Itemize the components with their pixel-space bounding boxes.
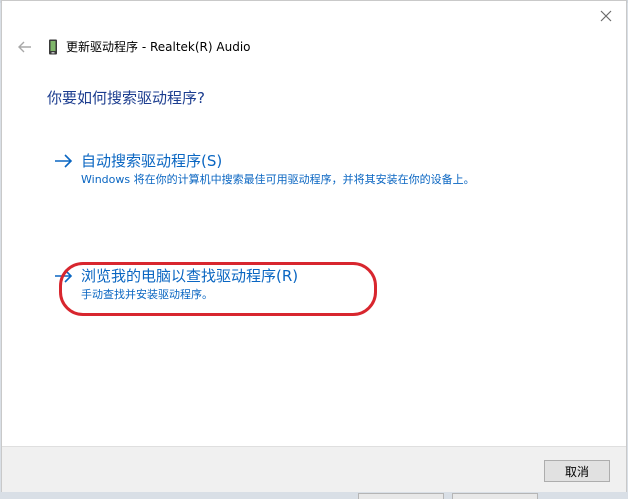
cancel-button[interactable]: 取消 xyxy=(544,460,610,482)
arrow-right-icon xyxy=(55,154,73,168)
close-icon xyxy=(600,10,612,22)
dialog-footer: 取消 xyxy=(2,446,626,492)
auto-search-description: Windows 将在你的计算机中搜索最佳可用驱动程序，并将其安装在你的设备上。 xyxy=(81,173,475,186)
page-question: 你要如何搜索驱动程序? xyxy=(47,89,205,107)
dialog-header: 更新驱动程序 - Realtek(R) Audio xyxy=(2,35,626,59)
browse-computer-title[interactable]: 浏览我的电脑以查找驱动程序(R) xyxy=(81,265,298,287)
underlying-button xyxy=(358,493,444,499)
update-driver-dialog: 更新驱动程序 - Realtek(R) Audio 你要如何搜索驱动程序? 自动… xyxy=(1,0,627,492)
close-button[interactable] xyxy=(598,8,614,24)
device-icon xyxy=(48,39,58,55)
back-button[interactable] xyxy=(15,37,35,57)
underlying-button xyxy=(452,493,538,499)
window-title: 更新驱动程序 - Realtek(R) Audio xyxy=(66,40,251,54)
auto-search-title[interactable]: 自动搜索驱动程序(S) xyxy=(81,150,222,172)
browse-computer-description: 手动查找并安装驱动程序。 xyxy=(81,288,213,301)
arrow-right-icon xyxy=(55,269,73,283)
back-arrow-icon xyxy=(18,41,31,53)
